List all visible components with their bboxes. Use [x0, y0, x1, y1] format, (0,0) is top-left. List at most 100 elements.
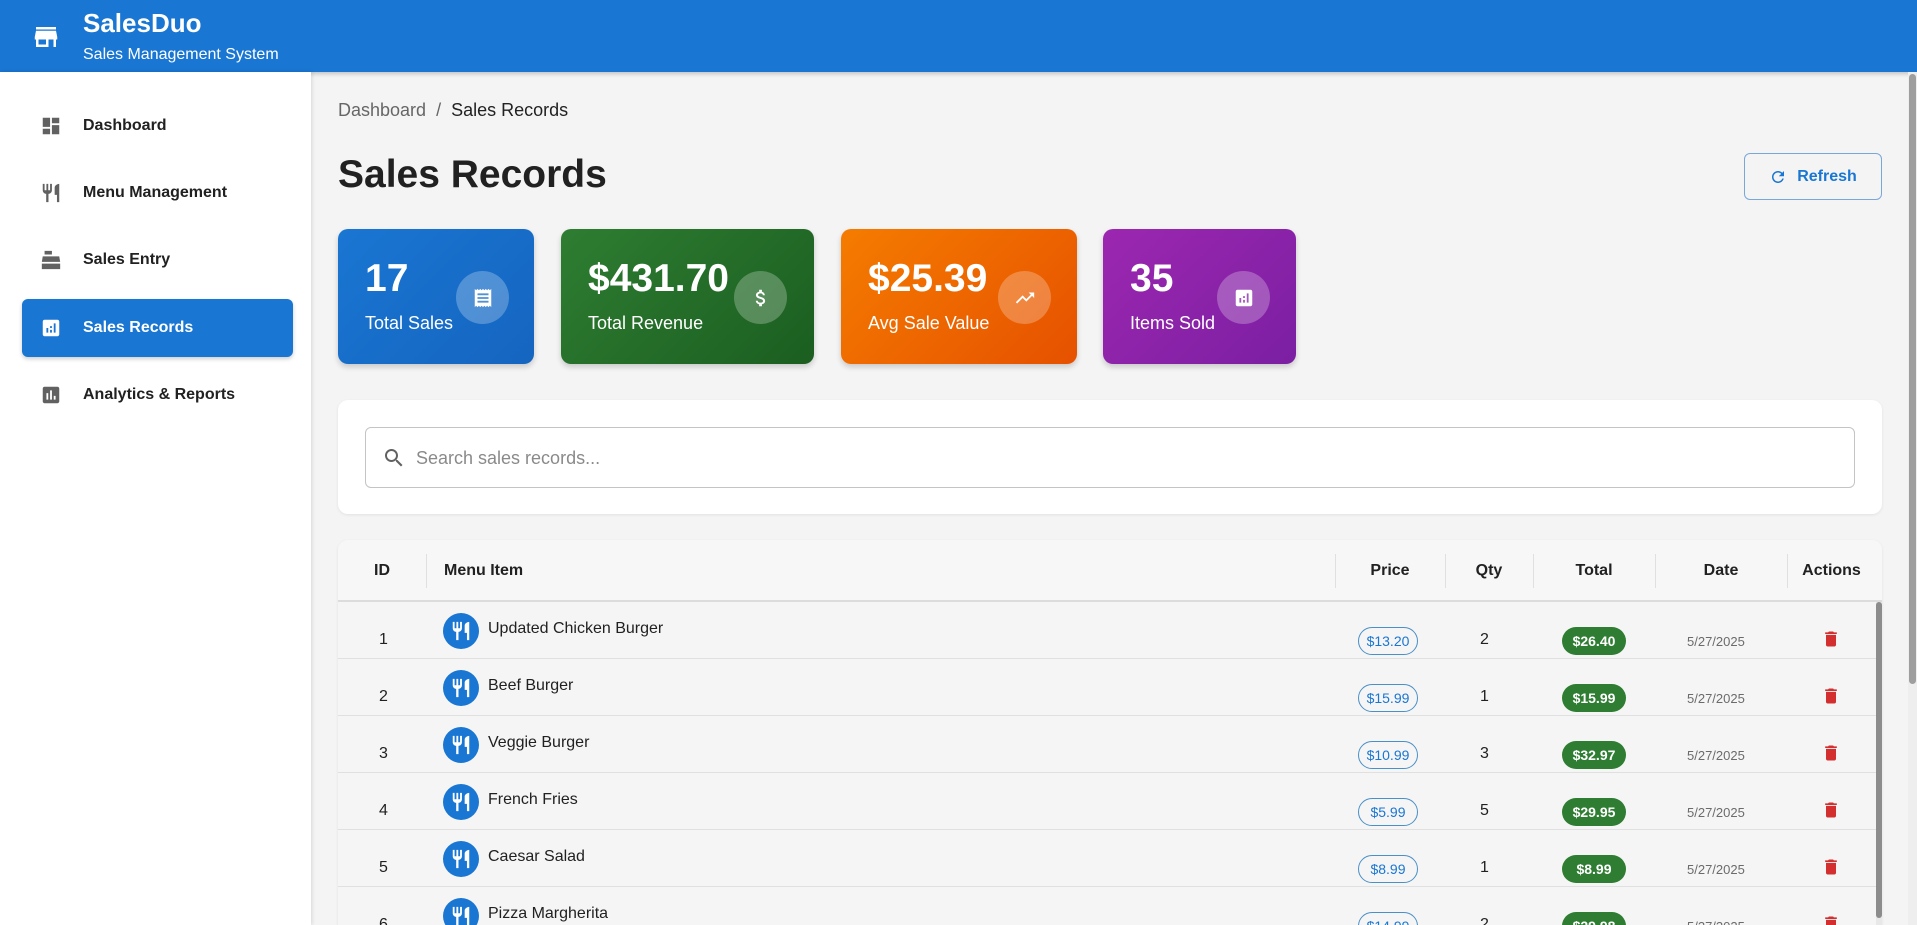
- sales-table: ID Menu Item Price Qty Total Date Action…: [338, 540, 1882, 925]
- header-menu-item[interactable]: Menu Item: [444, 540, 744, 602]
- sidebar-item-label: Menu Management: [83, 184, 228, 201]
- restaurant-icon: [443, 841, 479, 877]
- stat-value: $431.70: [588, 257, 729, 300]
- sidebar-item-label: Analytics & Reports: [83, 386, 236, 403]
- row-date: 5/27/2025: [1687, 862, 1745, 877]
- receipt-icon: [456, 271, 509, 324]
- breadcrumb-current: Sales Records: [451, 100, 569, 120]
- page-title: Sales Records: [338, 153, 607, 196]
- delete-icon[interactable]: [1821, 914, 1841, 925]
- sidebar-item-sales-records[interactable]: Sales Records: [22, 299, 293, 357]
- search-input[interactable]: [416, 440, 1836, 476]
- price-chip: $8.99: [1358, 855, 1418, 883]
- price-chip: $15.99: [1358, 684, 1418, 712]
- stat-value: $25.39: [868, 257, 988, 300]
- breadcrumb-separator: /: [436, 100, 442, 120]
- sidebar-item-menu-management[interactable]: Menu Management: [22, 164, 293, 222]
- row-id: 3: [379, 745, 388, 762]
- sidebar-item-sales-entry[interactable]: Sales Entry: [22, 231, 293, 289]
- table-header: ID Menu Item Price Qty Total Date Action…: [338, 540, 1882, 602]
- restaurant-icon: [443, 613, 479, 649]
- row-date: 5/27/2025: [1687, 919, 1745, 925]
- stat-total-sales: 17 Total Sales: [338, 229, 534, 364]
- delete-icon[interactable]: [1821, 629, 1841, 651]
- row-menu-item: Caesar Salad: [488, 848, 585, 865]
- row-qty: 2: [1480, 916, 1489, 925]
- delete-icon[interactable]: [1821, 686, 1841, 708]
- header-qty[interactable]: Qty: [1445, 540, 1533, 602]
- total-chip: $26.40: [1562, 627, 1626, 655]
- app-title: SalesDuo: [83, 8, 202, 38]
- row-date: 5/27/2025: [1687, 805, 1745, 820]
- total-chip: $29.98: [1562, 912, 1626, 925]
- restaurant-icon: [443, 784, 479, 820]
- row-menu-item: Pizza Margherita: [488, 905, 609, 922]
- stat-label: Items Sold: [1130, 313, 1216, 333]
- table-scrollbar-thumb[interactable]: [1876, 602, 1882, 918]
- search-card: [338, 400, 1882, 514]
- restaurant-icon: [443, 898, 479, 925]
- restaurant-icon: [443, 727, 479, 763]
- chart-icon: [1217, 271, 1270, 324]
- price-chip: $10.99: [1358, 741, 1418, 769]
- stat-label: Total Sales: [365, 313, 454, 333]
- row-qty: 1: [1480, 688, 1489, 705]
- row-qty: 3: [1480, 745, 1489, 762]
- header-actions: Actions: [1802, 562, 1861, 579]
- row-date: 5/27/2025: [1687, 748, 1745, 763]
- row-qty: 5: [1480, 802, 1489, 819]
- row-menu-item: Beef Burger: [488, 677, 574, 694]
- sidebar-item-analytics[interactable]: Analytics & Reports: [22, 366, 293, 424]
- stat-value: 17: [365, 257, 409, 300]
- sidebar-item-label: Sales Entry: [83, 251, 171, 268]
- price-chip: $13.20: [1358, 627, 1418, 655]
- table-scrollbar[interactable]: [1876, 602, 1882, 925]
- dollar-icon: [734, 271, 787, 324]
- restaurant-icon: [42, 183, 60, 203]
- table-row[interactable]: 6 Pizza Margherita $14.99 2 $29.98 5/27/2025: [338, 887, 1876, 925]
- price-chip: $5.99: [1358, 798, 1418, 826]
- breadcrumb: Dashboard / Sales Records: [338, 100, 568, 121]
- sidebar-item-dashboard[interactable]: Dashboard: [22, 97, 293, 155]
- breadcrumb-parent[interactable]: Dashboard: [338, 100, 426, 120]
- page-scrollbar[interactable]: [1908, 72, 1917, 925]
- search-field[interactable]: [365, 427, 1855, 488]
- header-price[interactable]: Price: [1335, 540, 1445, 602]
- table-row[interactable]: 3 Veggie Burger $10.99 3 $32.97 5/27/2025: [338, 716, 1876, 773]
- table-row[interactable]: 2 Beef Burger $15.99 1 $15.99 5/27/2025: [338, 659, 1876, 716]
- header-total[interactable]: Total: [1533, 540, 1655, 602]
- restaurant-icon: [443, 670, 479, 706]
- report-icon: [42, 319, 60, 337]
- total-chip: $29.95: [1562, 798, 1626, 826]
- header-date[interactable]: Date: [1655, 540, 1787, 602]
- stat-label: Total Revenue: [588, 313, 704, 333]
- bar-chart-icon: [42, 386, 60, 404]
- delete-icon[interactable]: [1821, 857, 1841, 879]
- row-id: 1: [379, 631, 388, 648]
- store-icon: [34, 27, 58, 47]
- delete-icon[interactable]: [1821, 800, 1841, 822]
- header-id[interactable]: ID: [338, 540, 426, 602]
- sidebar-item-label: Dashboard: [83, 117, 167, 134]
- delete-icon[interactable]: [1821, 743, 1841, 765]
- total-chip: $8.99: [1562, 855, 1626, 883]
- row-menu-item: French Fries: [488, 791, 578, 808]
- search-icon: [385, 449, 403, 467]
- table-row[interactable]: 4 French Fries $5.99 5 $29.95 5/27/2025: [338, 773, 1876, 830]
- refresh-label: Refresh: [1797, 167, 1857, 185]
- app-subtitle: Sales Management System: [83, 46, 279, 63]
- row-id: 4: [379, 802, 388, 819]
- refresh-button[interactable]: Refresh: [1744, 153, 1882, 200]
- sidebar: Dashboard Menu Management Sales Entry Sa…: [0, 72, 311, 925]
- table-row[interactable]: 1 Updated Chicken Burger $13.20 2 $26.40 5/27…: [338, 602, 1876, 659]
- cash-register-icon: [41, 250, 61, 270]
- row-menu-item: Veggie Burger: [488, 734, 590, 751]
- refresh-icon: [1772, 170, 1785, 183]
- page-scrollbar-thumb[interactable]: [1909, 74, 1916, 684]
- app-bar: SalesDuo Sales Management System: [0, 0, 1917, 72]
- price-chip: $14.99: [1358, 912, 1418, 925]
- sidebar-item-label: Sales Records: [83, 319, 194, 336]
- table-row[interactable]: 5 Caesar Salad $8.99 1 $8.99 5/27/2025: [338, 830, 1876, 887]
- stat-items-sold: 35 Items Sold: [1103, 229, 1296, 364]
- total-chip: $15.99: [1562, 684, 1626, 712]
